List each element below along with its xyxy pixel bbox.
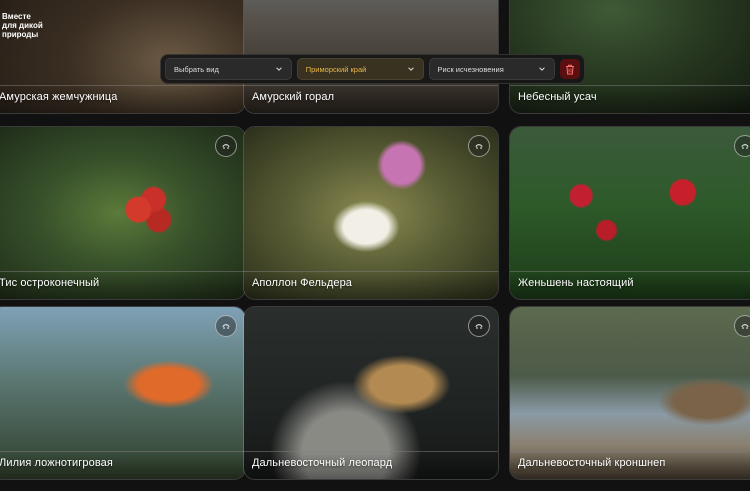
site-logo[interactable]: Вместе для дикой природы	[2, 12, 43, 39]
species-card[interactable]: Дальневосточный леопард	[243, 306, 499, 480]
logo-line: природы	[2, 30, 39, 39]
clear-filters-button[interactable]	[560, 59, 581, 79]
species-card[interactable]: Лилия ложнотигровая	[0, 306, 246, 480]
filter-bar: Выбрать вид Приморский край Риск исчезно…	[160, 54, 585, 84]
species-name: Дальневосточный леопард	[252, 457, 393, 469]
hand-icon	[741, 144, 749, 149]
species-card[interactable]: Аполлон Фельдера	[243, 126, 499, 300]
hand-icon	[222, 324, 230, 329]
hand-icon	[475, 144, 483, 149]
action-button[interactable]	[734, 315, 750, 337]
species-name: Женьшень настоящий	[518, 277, 634, 289]
trash-icon	[566, 64, 575, 74]
species-select[interactable]: Выбрать вид	[165, 58, 292, 80]
region-select-value: Приморский край	[305, 64, 367, 74]
action-button[interactable]	[468, 315, 490, 337]
species-name: Лилия ложнотигровая	[0, 457, 113, 469]
action-button[interactable]	[215, 135, 237, 157]
species-name: Амурский горал	[252, 91, 335, 103]
species-name: Аполлон Фельдера	[252, 277, 353, 289]
species-card[interactable]: Женьшень настоящий	[509, 126, 750, 300]
logo-line: Вместе	[2, 12, 31, 21]
action-button[interactable]	[215, 315, 237, 337]
risk-select-value: Риск исчезновения	[437, 64, 504, 74]
species-select-value: Выбрать вид	[174, 64, 219, 74]
species-name: Дальневосточный кроншнеп	[518, 457, 666, 469]
species-name: Амурская жемчужница	[0, 91, 118, 103]
species-name: Тис остроконечный	[0, 277, 100, 289]
species-name: Небесный усач	[518, 91, 597, 103]
action-button[interactable]	[734, 135, 750, 157]
species-card[interactable]: Тис остроконечный	[0, 126, 246, 300]
logo-line: для дикой	[2, 21, 43, 30]
chevron-down-icon	[539, 67, 546, 71]
chevron-down-icon	[407, 67, 414, 71]
hand-icon	[475, 324, 483, 329]
hand-icon	[222, 144, 230, 149]
region-select[interactable]: Приморский край	[296, 58, 424, 80]
action-button[interactable]	[468, 135, 490, 157]
risk-select[interactable]: Риск исчезновения	[428, 58, 556, 80]
species-card[interactable]: Дальневосточный кроншнеп	[509, 306, 750, 480]
chevron-down-icon	[275, 67, 282, 71]
hand-icon	[741, 324, 749, 329]
